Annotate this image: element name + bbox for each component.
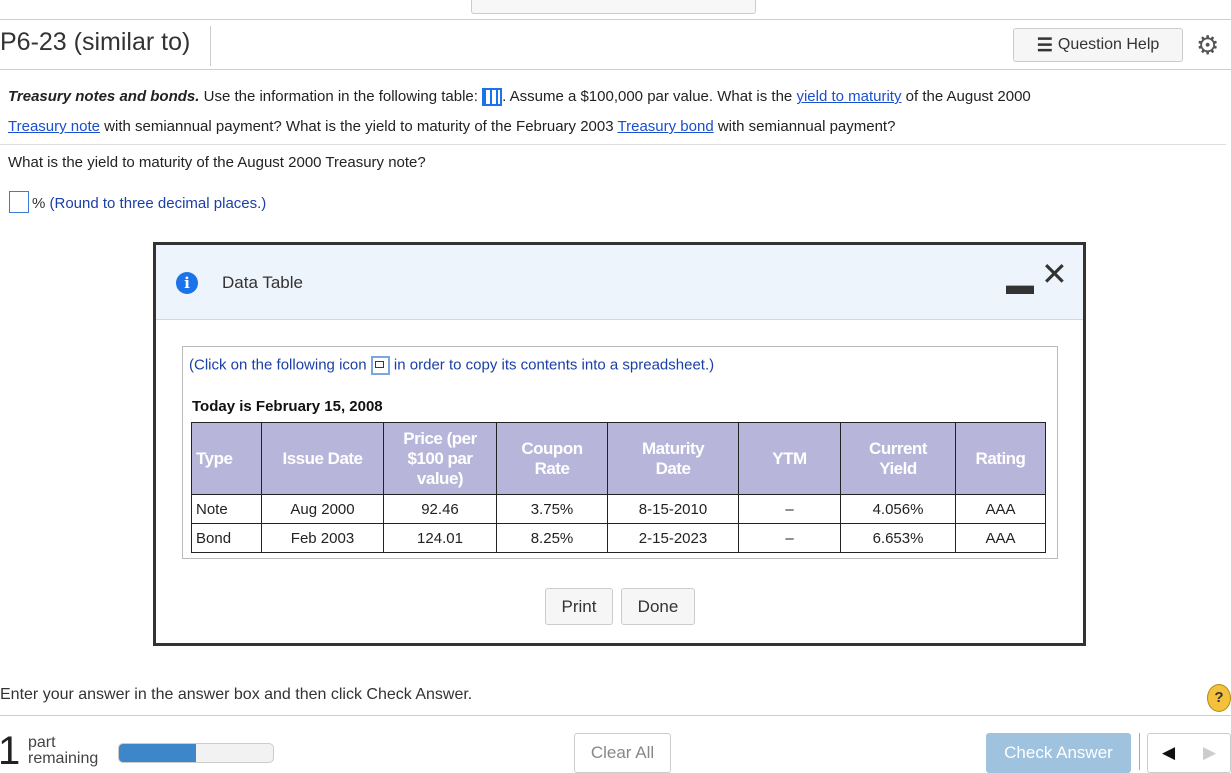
col-coupon-rate: Coupon Rate <box>496 422 608 495</box>
col-issue-date: Issue Date <box>261 422 384 495</box>
question-navigator[interactable] <box>471 0 756 14</box>
list-icon: ☰ <box>1036 34 1053 55</box>
text: with semiannual payment? What is the yie… <box>100 118 618 135</box>
col-ytm: YTM <box>738 422 841 495</box>
link-treasury-bond[interactable]: Treasury bond <box>618 118 714 135</box>
check-answer-button[interactable]: Check Answer <box>986 733 1131 773</box>
dialog-header: i Data Table ▬ ✕ <box>156 245 1083 320</box>
text: part <box>28 734 56 751</box>
cell: Feb 2003 <box>261 523 384 553</box>
text: remaining <box>28 750 99 767</box>
info-icon: i <box>176 272 198 294</box>
progress-fill <box>119 744 196 762</box>
cell: 4.056% <box>840 494 956 524</box>
text: in order to copy its contents into a spr… <box>389 356 715 374</box>
link-yield-to-maturity[interactable]: yield to maturity <box>796 88 901 105</box>
copy-spreadsheet-icon[interactable] <box>370 356 390 375</box>
question-text-2: Treasury note with semiannual payment? W… <box>8 118 895 135</box>
cell: Aug 2000 <box>261 494 384 524</box>
next-icon[interactable]: ▶ <box>1203 743 1216 763</box>
table-header-row: Type Issue Date Price (per $100 par valu… <box>191 422 1046 495</box>
data-table-dialog: i Data Table ▬ ✕ (Click on the following… <box>153 242 1086 646</box>
cell: 124.01 <box>383 523 497 553</box>
table-row: Note Aug 2000 92.46 3.75% 8-15-2010 – 4.… <box>191 494 1046 524</box>
print-button[interactable]: Print <box>545 588 613 625</box>
answer-hint: % (Round to three decimal places.) <box>32 195 266 212</box>
question-text: Treasury notes and bonds. Use the inform… <box>8 88 1031 107</box>
parts-label: part remaining <box>28 735 98 767</box>
copy-instructions: (Click on the following icon in order to… <box>189 356 714 375</box>
text: . Assume a $100,000 par value. What is t… <box>502 88 797 105</box>
cell: – <box>738 494 841 524</box>
cell: 6.653% <box>840 523 956 553</box>
today-date: Today is February 15, 2008 <box>192 398 383 415</box>
text: of the August 2000 <box>901 88 1031 105</box>
table-row: Bond Feb 2003 124.01 8.25% 2-15-2023 – 6… <box>191 523 1046 553</box>
cell: – <box>738 523 841 553</box>
dialog-title: Data Table <box>222 273 303 292</box>
divider <box>0 715 1231 716</box>
close-icon[interactable]: ✕ <box>1041 255 1068 293</box>
cell: 92.46 <box>383 494 497 524</box>
cell: 3.75% <box>496 494 608 524</box>
cell: 2-15-2023 <box>607 523 739 553</box>
question-nav: ◀ ▶ <box>1147 733 1231 773</box>
cell: Bond <box>191 523 262 553</box>
divider <box>0 69 1231 70</box>
progress-bar <box>118 743 274 763</box>
link-treasury-note[interactable]: Treasury note <box>8 118 100 135</box>
gear-icon[interactable]: ⚙ <box>1196 30 1219 61</box>
col-maturity-date: Maturity Date <box>607 422 739 495</box>
parts-count: 1 <box>0 729 21 773</box>
col-current-yield: Current Yield <box>840 422 956 495</box>
cell: AAA <box>955 523 1046 553</box>
text: with semiannual payment? <box>713 118 896 135</box>
table-container: (Click on the following icon in order to… <box>182 346 1058 559</box>
page-title: P6-23 (similar to) <box>0 28 191 56</box>
col-rating: Rating <box>955 422 1046 495</box>
unit-label: % <box>32 195 46 212</box>
help-icon[interactable]: ? <box>1207 684 1231 712</box>
footer-instruction: Enter your answer in the answer box and … <box>0 686 473 703</box>
question-help-button[interactable]: ☰ Question Help <box>1013 28 1183 62</box>
done-button[interactable]: Done <box>621 588 695 625</box>
previous-icon[interactable]: ◀ <box>1162 743 1175 763</box>
table-icon[interactable] <box>482 88 503 107</box>
col-price: Price (per $100 par value) <box>383 422 497 495</box>
clear-all-button[interactable]: Clear All <box>574 733 671 773</box>
data-table: Type Issue Date Price (per $100 par valu… <box>191 422 1046 553</box>
divider <box>0 144 1226 145</box>
sub-question: What is the yield to maturity of the Aug… <box>8 154 426 171</box>
answer-input[interactable] <box>9 191 29 213</box>
hint-text: (Round to three decimal places.) <box>49 195 267 212</box>
col-type: Type <box>191 422 262 495</box>
cell: 8-15-2010 <box>607 494 739 524</box>
cell: 8.25% <box>496 523 608 553</box>
minimize-icon[interactable]: ▬ <box>1006 269 1034 301</box>
divider <box>0 19 1231 20</box>
question-lead: Treasury notes and bonds. <box>8 88 200 105</box>
cell: AAA <box>955 494 1046 524</box>
text: Use the information in the following tab… <box>199 88 483 105</box>
cell: Note <box>191 494 262 524</box>
divider <box>210 26 211 66</box>
text: (Click on the following icon <box>189 356 367 374</box>
divider <box>1139 733 1140 770</box>
